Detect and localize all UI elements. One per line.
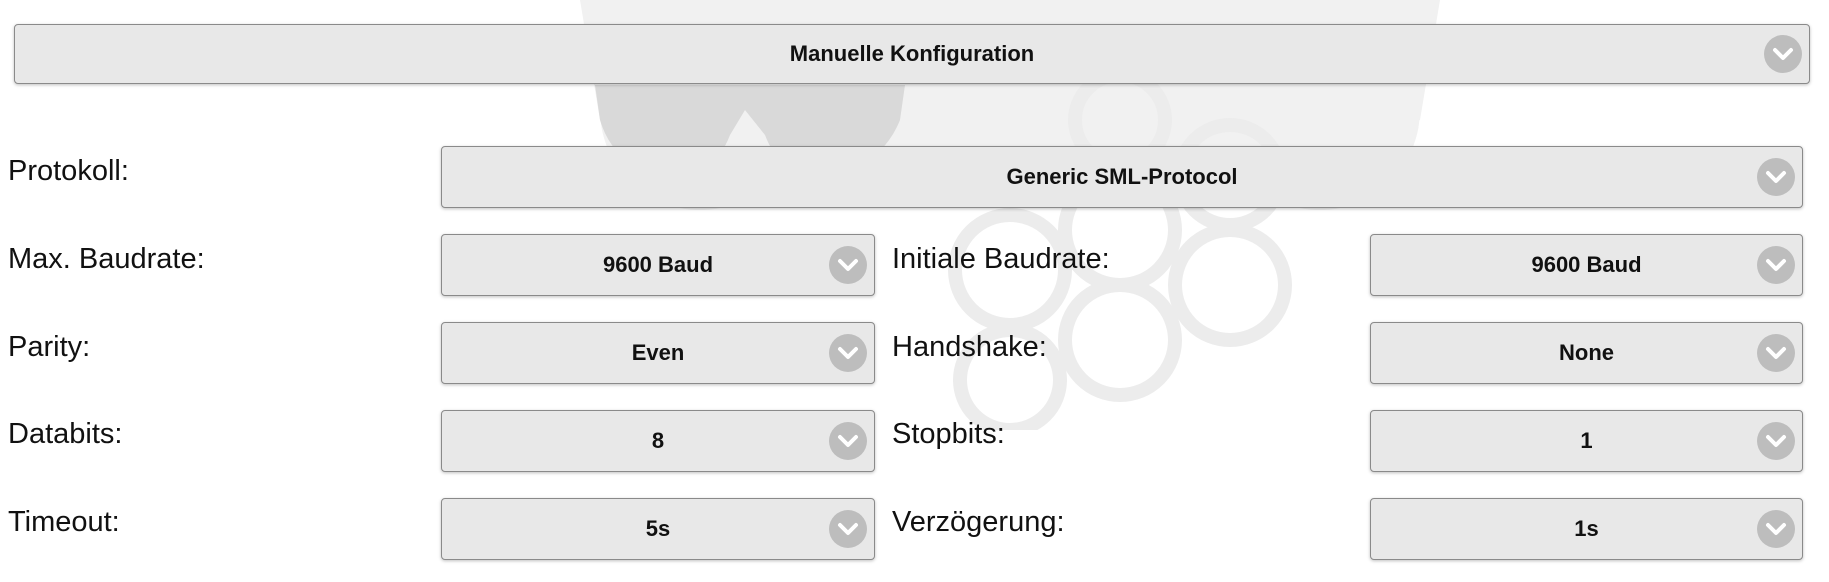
delay-value: 1s — [1574, 516, 1599, 541]
chevron-down-icon — [1757, 158, 1795, 196]
stopbits-select[interactable]: 1 — [1370, 410, 1803, 472]
handshake-label: Handshake: — [892, 331, 1047, 363]
databits-label: Databits: — [8, 418, 123, 450]
chevron-down-icon — [829, 334, 867, 372]
chevron-down-icon — [829, 510, 867, 548]
manual-configuration-title: Manuelle Konfiguration — [789, 41, 1035, 66]
chevron-down-icon — [829, 246, 867, 284]
initial-baudrate-select[interactable]: 9600 Baud — [1370, 234, 1803, 296]
databits-select[interactable]: 8 — [441, 410, 875, 472]
stopbits-value: 1 — [1580, 428, 1593, 453]
protocol-value: Generic SML-Protocol — [1006, 164, 1238, 189]
protocol-label: Protokoll: — [8, 155, 129, 187]
stopbits-label: Stopbits: — [892, 418, 1005, 450]
parity-value: Even — [631, 340, 685, 365]
initial-baudrate-label: Initiale Baudrate: — [892, 243, 1110, 275]
max-baudrate-select[interactable]: 9600 Baud — [441, 234, 875, 296]
max-baudrate-label: Max. Baudrate: — [8, 243, 205, 275]
chevron-down-icon — [829, 422, 867, 460]
parity-label: Parity: — [8, 331, 91, 363]
max-baudrate-value: 9600 Baud — [602, 252, 714, 277]
protocol-select[interactable]: Generic SML-Protocol — [441, 146, 1803, 208]
timeout-select[interactable]: 5s — [441, 498, 875, 560]
chevron-down-icon — [1764, 35, 1802, 73]
parity-select[interactable]: Even — [441, 322, 875, 384]
initial-baudrate-value: 9600 Baud — [1531, 252, 1642, 277]
timeout-value: 5s — [645, 516, 671, 541]
handshake-value: None — [1559, 340, 1614, 365]
config-page: Manuelle Konfiguration Protokoll: Generi… — [0, 0, 1829, 582]
delay-select[interactable]: 1s — [1370, 498, 1803, 560]
databits-value: 8 — [651, 428, 665, 453]
handshake-select[interactable]: None — [1370, 322, 1803, 384]
chevron-down-icon — [1757, 246, 1795, 284]
timeout-label: Timeout: — [8, 506, 120, 538]
chevron-down-icon — [1757, 334, 1795, 372]
chevron-down-icon — [1757, 422, 1795, 460]
manual-configuration-collapsible[interactable]: Manuelle Konfiguration — [14, 24, 1810, 84]
chevron-down-icon — [1757, 510, 1795, 548]
delay-label: Verzögerung: — [892, 506, 1065, 538]
